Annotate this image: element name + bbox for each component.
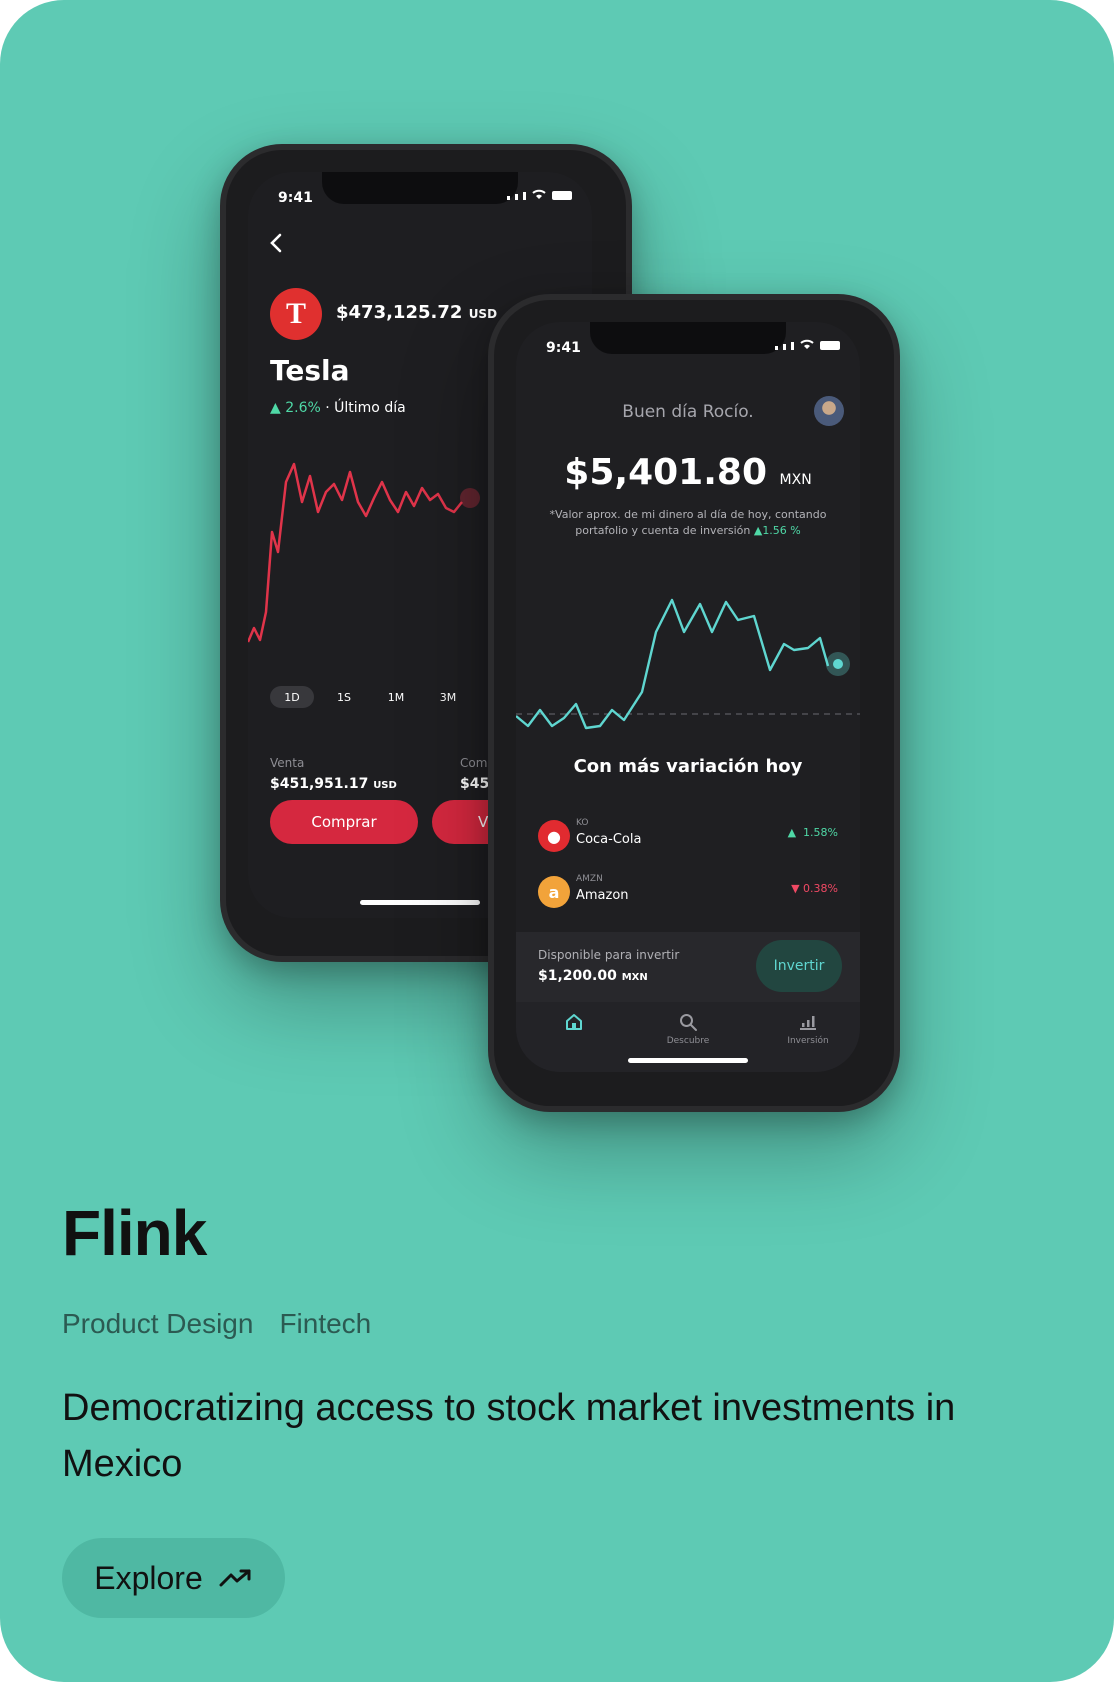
invest-button[interactable]: Invertir (756, 940, 842, 992)
search-icon[interactable] (678, 1012, 698, 1032)
greeting: Buen día Rocío. (622, 402, 754, 422)
section-title: Con más variación hoy (573, 756, 803, 777)
home-icon[interactable] (564, 1012, 584, 1032)
wifi-icon (800, 339, 814, 349)
explore-label: Explore (94, 1559, 203, 1596)
available-value: $1,200.00 MXN (538, 968, 648, 984)
tesla-logo: T (270, 288, 322, 340)
project-description: Democratizing access to stock market inv… (62, 1387, 956, 1485)
buy-value: $45 (460, 776, 490, 792)
balance-note-line1: *Valor aprox. de mi dinero al día de hoy… (549, 508, 827, 521)
stock-name: Tesla (270, 354, 350, 387)
dashboard-screen: 9:41 Buen día Rocío. $5,401.80 MXN *Valo… (516, 322, 860, 1072)
status-time: 9:41 (546, 340, 581, 356)
status-icons (507, 188, 572, 200)
sell-label: Venta (270, 756, 305, 770)
chevron-left-icon[interactable] (268, 232, 284, 254)
range-tab-1m[interactable]: 1M (378, 686, 414, 708)
project-tags: Product Design Fintech (62, 1308, 371, 1340)
range-tab-3m[interactable]: 3M (430, 686, 466, 708)
tag-product-design: Product Design (62, 1308, 254, 1339)
portfolio-chart (516, 598, 860, 730)
amazon-icon: a (538, 876, 570, 908)
home-indicator (628, 1058, 748, 1063)
coca-cola-icon: ● (538, 820, 570, 852)
balance: $5,401.80 MXN (564, 452, 812, 493)
battery-icon (820, 341, 840, 350)
home-indicator (360, 900, 480, 905)
status-icons (775, 338, 840, 350)
tag-fintech: Fintech (279, 1308, 372, 1339)
buy-label: Com (460, 756, 488, 770)
avatar[interactable] (814, 396, 844, 426)
balance-note-line2: portafolio y cuenta de inversión ▲1.56 % (575, 524, 801, 537)
stock-ticker: KO (576, 818, 589, 828)
wifi-icon (532, 189, 546, 199)
project-title: Flink (62, 1197, 207, 1269)
phone-notch (590, 322, 786, 354)
status-time: 9:41 (278, 190, 313, 206)
sell-value: $451,951.17 USD (270, 776, 397, 792)
project-card[interactable]: 9:41 T $473,125.72 USD Tesla ▲ 2.6% · Úl… (0, 0, 1114, 1682)
stock-change: ▲ 2.6% · Último día (270, 400, 406, 416)
stock-change: ▲ 1.58% (787, 826, 838, 839)
stock-price: $473,125.72 USD (336, 302, 498, 323)
nav-label-inversion: Inversión (787, 1036, 829, 1046)
range-tab-1s[interactable]: 1S (326, 686, 362, 708)
explore-button[interactable]: Explore (62, 1538, 285, 1618)
stock-change: ▼ 0.38% (791, 882, 838, 895)
battery-icon (552, 191, 572, 200)
buy-button[interactable]: Comprar (270, 800, 418, 844)
nav-label-descubre: Descubre (666, 1036, 710, 1046)
stock-ticker: AMZN (576, 874, 603, 884)
phone-mockup-dashboard: 9:41 Buen día Rocío. $5,401.80 MXN *Valo… (488, 294, 900, 1112)
trending-up-icon (219, 1569, 251, 1587)
stock-name: Amazon (576, 888, 629, 903)
range-tab-1d[interactable]: 1D (270, 686, 314, 708)
stock-name: Coca-Cola (576, 832, 642, 847)
chart-icon[interactable] (798, 1012, 818, 1032)
available-label: Disponible para invertir (538, 948, 680, 962)
phone-notch (322, 172, 518, 204)
